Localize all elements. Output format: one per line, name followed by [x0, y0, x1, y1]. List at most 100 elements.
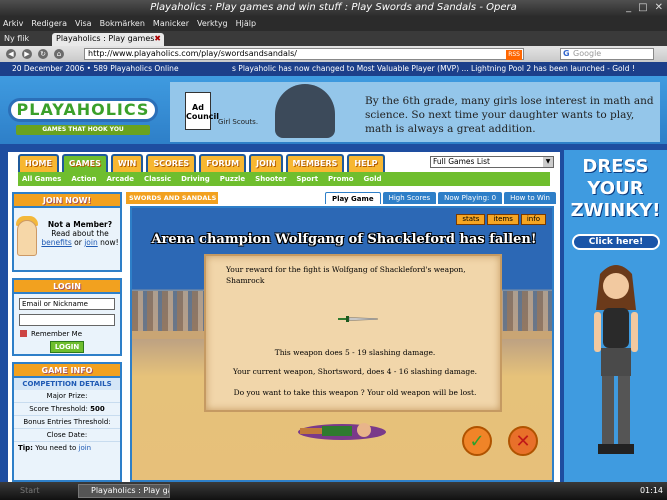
taskbar-opera-window[interactable]: Playaholics : Play ga...: [78, 484, 170, 498]
minimize-icon[interactable]: _: [626, 2, 631, 13]
web-page: 20 December 2006 • 589 Playaholics Onlin…: [0, 62, 667, 482]
address-toolbar: ◀ ▶ ↻ ⌂ http://www.playaholics.com/play/…: [0, 46, 667, 62]
search-placeholder: Google: [573, 49, 602, 58]
game-info-header: GAME INFO: [14, 364, 120, 378]
competition-details: COMPETITION DETAILS: [14, 378, 120, 390]
current-weapon-text: Your current weapon, Shortsword, does 4 …: [232, 367, 478, 376]
menu-redigera[interactable]: Redigera: [31, 17, 67, 31]
search-input[interactable]: G Google: [560, 48, 654, 60]
back-icon[interactable]: ◀: [6, 49, 16, 59]
tab-home[interactable]: HOME: [18, 154, 59, 172]
category-puzzle[interactable]: Puzzle: [220, 172, 245, 186]
tab-forum[interactable]: FORUM: [199, 154, 247, 172]
site-logo[interactable]: PLAYAHOLICS GAMES THAT HOOK YOU: [8, 98, 158, 142]
tab-playaholics[interactable]: Playaholics : Play games ... ✖: [52, 33, 164, 55]
tab-play-game[interactable]: Play Game: [325, 192, 381, 204]
home-icon[interactable]: ⌂: [54, 49, 64, 59]
category-gold[interactable]: Gold: [364, 172, 382, 186]
items-button[interactable]: items: [487, 214, 519, 225]
checkmark-icon: ✓: [469, 431, 485, 452]
menu-hjalp[interactable]: Hjälp: [236, 17, 256, 31]
join-question: Not a Member?: [47, 220, 113, 229]
banner-ad[interactable]: Ad Council Girl Scouts. By the 6th grade…: [170, 82, 660, 142]
remember-me[interactable]: Remember Me: [20, 330, 82, 338]
cross-icon: ✕: [515, 431, 531, 452]
category-nav: All Games Action Arcade Classic Driving …: [18, 172, 550, 186]
ad-headline: DRESS YOUR ZWINKY!: [570, 156, 661, 221]
menu-bar: Arkiv Redigera Visa Bokmärken Manicker V…: [0, 17, 667, 31]
game-panel: SWORDS AND SANDALS Play Game High Scores…: [126, 192, 558, 482]
menu-bokmarken[interactable]: Bokmärken: [100, 17, 145, 31]
email-field[interactable]: [19, 298, 115, 310]
category-promo[interactable]: Promo: [328, 172, 354, 186]
tab-help[interactable]: HELP: [347, 154, 385, 172]
ticker-online: 589 Playaholics Online: [93, 64, 179, 73]
start-button[interactable]: Start: [0, 484, 64, 498]
password-field[interactable]: [19, 314, 115, 326]
tab-win[interactable]: WIN: [110, 154, 144, 172]
ticker-date: 20 December 2006: [12, 64, 85, 73]
category-shooter[interactable]: Shooter: [255, 172, 286, 186]
window-title: Playaholics : Play games and win stuff :…: [150, 2, 517, 13]
zwinky-ad[interactable]: DRESS YOUR ZWINKY! Click here!: [564, 150, 667, 482]
decline-weapon-button[interactable]: ✕: [508, 426, 538, 456]
info-row-major-prize: Major Prize:: [14, 390, 120, 403]
game-info-box: GAME INFO COMPETITION DETAILS Major Priz…: [12, 362, 122, 482]
tab-close-icon[interactable]: ✖: [154, 33, 161, 45]
login-header: LOGIN: [14, 280, 120, 294]
game-title: SWORDS AND SANDALS: [126, 192, 218, 204]
login-button[interactable]: LOGIN: [50, 341, 84, 353]
sword-icon: [338, 316, 378, 322]
window-titlebar: Playaholics : Play games and win stuff :…: [0, 0, 667, 17]
ad-council-logo: Ad Council: [185, 92, 219, 130]
news-ticker: 20 December 2006 • 589 Playaholics Onlin…: [0, 62, 667, 76]
maximize-icon[interactable]: □: [638, 2, 647, 13]
address-input[interactable]: http://www.playaholics.com/play/swordsan…: [84, 48, 524, 60]
menu-arkiv[interactable]: Arkiv: [3, 17, 23, 31]
logo-tagline: GAMES THAT HOOK YOU: [16, 125, 150, 135]
category-driving[interactable]: Driving: [181, 172, 210, 186]
join-header[interactable]: JOIN NOW!: [14, 194, 120, 208]
tab-games[interactable]: GAMES: [61, 154, 108, 172]
remember-checkbox[interactable]: [20, 330, 27, 337]
join-link[interactable]: join: [84, 238, 98, 247]
take-weapon-question: Do you want to take this weapon ? Your o…: [233, 388, 477, 397]
stats-button[interactable]: stats: [456, 214, 486, 225]
accept-weapon-button[interactable]: ✓: [462, 426, 492, 456]
close-icon[interactable]: ✕: [655, 2, 663, 13]
tab-join[interactable]: JOIN: [249, 154, 283, 172]
forward-icon[interactable]: ▶: [22, 49, 32, 59]
tab-now-playing[interactable]: Now Playing: 0: [438, 192, 503, 204]
girl-scouts-logo: Girl Scouts.: [218, 118, 259, 126]
click-here-button[interactable]: Click here!: [572, 234, 660, 250]
ad-image: [275, 84, 335, 138]
category-all[interactable]: All Games: [22, 172, 61, 186]
tab-members[interactable]: MEMBERS: [285, 154, 345, 172]
remember-label: Remember Me: [31, 330, 82, 338]
info-button[interactable]: info: [520, 214, 546, 225]
reload-icon[interactable]: ↻: [38, 49, 48, 59]
menu-verktyg[interactable]: Verktyg: [197, 17, 228, 31]
tab-how-to-win[interactable]: How to Win: [504, 192, 556, 204]
info-row-score-threshold: Score Threshold: 500: [14, 403, 120, 416]
benefits-link[interactable]: benefits: [41, 238, 71, 247]
game-tabs: Play Game High Scores Now Playing: 0 How…: [325, 192, 556, 204]
category-action[interactable]: Action: [71, 172, 96, 186]
weapon-damage-text: This weapon does 5 - 19 slashing damage.: [274, 348, 436, 357]
tab-new[interactable]: Ny flik: [0, 33, 50, 46]
tab-high-scores[interactable]: High Scores: [382, 192, 437, 204]
reward-dialog: Your reward for the fight is Wolfgang of…: [204, 254, 502, 412]
logo-wordmark: PLAYAHOLICS: [8, 98, 158, 122]
games-list-value: Full Games List: [433, 157, 490, 166]
main-nav: HOME GAMES WIN SCORES FORUM JOIN MEMBERS…: [18, 154, 385, 172]
category-arcade[interactable]: Arcade: [106, 172, 134, 186]
game-canvas[interactable]: stats items info Arena champion Wolfgang…: [130, 206, 554, 482]
category-sport[interactable]: Sport: [296, 172, 318, 186]
games-list-select[interactable]: Full Games List ▼: [430, 156, 554, 168]
tab-scores[interactable]: SCORES: [146, 154, 197, 172]
category-classic[interactable]: Classic: [144, 172, 171, 186]
rss-icon[interactable]: RSS: [506, 50, 522, 60]
menu-visa[interactable]: Visa: [75, 17, 92, 31]
menu-manicker[interactable]: Manicker: [153, 17, 189, 31]
tip-join-link[interactable]: join: [79, 444, 92, 452]
